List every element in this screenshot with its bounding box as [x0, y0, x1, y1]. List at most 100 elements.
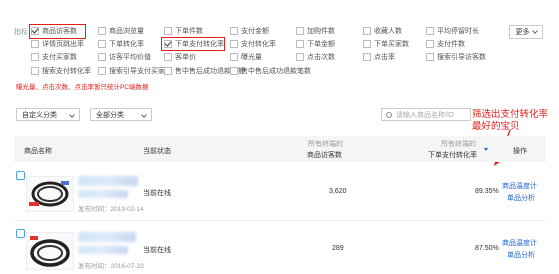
metric-option-label: 支付件数 — [437, 41, 465, 48]
metric-option[interactable]: 加购件数 — [296, 26, 335, 36]
header-rate-sub: 所有终端的 — [441, 141, 476, 148]
table-row: 发布时间：2019-02-14 当前在线 3,620 89.35% 商品温度计 … — [14, 164, 546, 221]
header-rate[interactable]: 下单支付转化率 — [428, 150, 477, 160]
metric-option[interactable]: 平均停留时长 — [426, 26, 479, 36]
checkbox[interactable] — [98, 40, 106, 48]
metric-option[interactable]: 下单金额 — [296, 39, 335, 49]
metric-note: 曝光量、点击次数、点击率暂只统计PC端数据 — [16, 84, 149, 91]
search-input[interactable]: 请输入商品名称/ID — [381, 108, 471, 121]
product-title-blurred — [78, 190, 128, 198]
metric-option[interactable]: 支付金额 — [230, 26, 269, 36]
row-rate: 87.50% — [475, 245, 499, 252]
checkbox[interactable] — [31, 53, 39, 61]
metric-option[interactable]: 访客平均价值 — [98, 52, 151, 62]
custom-category-select[interactable]: 自定义分类 — [16, 108, 80, 121]
checkbox[interactable] — [164, 27, 172, 35]
product-image[interactable] — [26, 176, 74, 212]
header-ops: 操作 — [513, 148, 527, 155]
metric-option-label: 点击次数 — [307, 54, 335, 61]
checkbox[interactable] — [98, 67, 106, 75]
checkbox[interactable] — [426, 27, 434, 35]
all-category-select[interactable]: 全部分类 — [90, 108, 152, 121]
row-status: 当前在线 — [143, 190, 171, 197]
metric-option[interactable]: 点击率 — [363, 52, 395, 62]
metric-option-label: 下单件数 — [175, 28, 203, 35]
metric-option-label: 商品浏览量 — [109, 28, 144, 35]
checkbox[interactable] — [31, 40, 39, 48]
single-analysis-link[interactable]: 单品分析 — [507, 250, 535, 260]
metric-option[interactable]: 支付买家数 — [31, 52, 77, 62]
header-visitors-sub: 所有终端的 — [308, 141, 343, 148]
publish-time: 发布时间：2019-02-14 — [78, 206, 144, 213]
checkbox[interactable] — [164, 67, 172, 75]
publish-time: 发布时间：2016-07-23 — [78, 263, 144, 270]
checkbox[interactable] — [230, 67, 238, 75]
metric-option[interactable]: 商品浏览量 — [98, 26, 144, 36]
highlight-order-pay-rate — [161, 37, 225, 51]
checkbox[interactable] — [363, 27, 371, 35]
product-title-blurred — [78, 246, 128, 254]
metric-label: 指标 — [14, 29, 28, 36]
checkbox[interactable] — [230, 53, 238, 61]
metric-option-label: 支付转化率 — [241, 41, 276, 48]
metric-option-label: 访客平均价值 — [109, 54, 151, 61]
row-rate: 89.35% — [475, 188, 499, 195]
header-visitors[interactable]: 商品访客数 — [307, 150, 342, 160]
search-icon — [386, 112, 392, 118]
chevron-down-icon — [141, 112, 147, 118]
metric-option[interactable]: 支付件数 — [426, 39, 465, 49]
metric-option-label: 搜索引导支付买家数 — [109, 68, 172, 75]
product-image[interactable] — [26, 232, 74, 270]
metric-option-label: 点击率 — [374, 54, 395, 61]
product-title-blurred — [78, 232, 136, 242]
checkbox[interactable] — [363, 40, 371, 48]
metric-option[interactable]: 下单件数 — [164, 26, 203, 36]
metric-option-label: 下单转化率 — [109, 41, 144, 48]
single-analysis-link[interactable]: 单品分析 — [507, 193, 535, 203]
product-title-blurred — [78, 176, 138, 186]
checkbox[interactable] — [230, 40, 238, 48]
thermometer-link[interactable]: 商品温度计 — [502, 181, 537, 191]
header-product: 商品名称 — [24, 148, 52, 155]
metric-option[interactable]: 下单买家数 — [363, 39, 409, 49]
row-visitors: 289 — [332, 245, 344, 252]
metric-option[interactable]: 点击次数 — [296, 52, 335, 62]
metric-option[interactable]: 搜索引导访客数 — [426, 52, 486, 62]
metric-option[interactable]: 详情页跳出率 — [31, 39, 84, 49]
metric-option-label: 搜索引导访客数 — [437, 54, 486, 61]
header-status: 当前状态 — [143, 148, 171, 155]
select-checkbox[interactable] — [16, 229, 25, 238]
checkbox[interactable] — [296, 40, 304, 48]
checkbox[interactable] — [230, 27, 238, 35]
checkbox[interactable] — [31, 67, 39, 75]
metric-option-label: 收藏人数 — [374, 28, 402, 35]
metric-option-label: 加购件数 — [307, 28, 335, 35]
checkbox[interactable] — [296, 53, 304, 61]
sort-icon[interactable] — [484, 148, 488, 151]
metric-option[interactable]: 售中售后成功退款笔数 — [230, 66, 311, 76]
metric-option-label: 客单价 — [175, 54, 196, 61]
metric-option[interactable]: 客单价 — [164, 52, 196, 62]
thermometer-link[interactable]: 商品温度计 — [502, 238, 537, 248]
checkbox[interactable] — [426, 40, 434, 48]
checkbox[interactable] — [98, 53, 106, 61]
chevron-down-icon — [69, 112, 75, 118]
metric-option[interactable]: 收藏人数 — [363, 26, 402, 36]
checkbox[interactable] — [426, 53, 434, 61]
cable-coil-image — [30, 236, 70, 267]
checkbox[interactable] — [164, 53, 172, 61]
select-checkbox[interactable] — [16, 171, 25, 180]
highlight-visitors — [29, 24, 86, 39]
chevron-down-icon — [531, 28, 538, 34]
checkbox[interactable] — [98, 27, 106, 35]
checkbox[interactable] — [296, 27, 304, 35]
more-button[interactable]: 更多 — [509, 25, 543, 39]
metric-option[interactable]: 曝光量 — [230, 52, 262, 62]
metric-option[interactable]: 支付转化率 — [230, 39, 276, 49]
metric-option-label: 支付买家数 — [42, 54, 77, 61]
metric-option[interactable]: 搜索引导支付买家数 — [98, 66, 172, 76]
row-status: 当前在线 — [143, 247, 171, 254]
checkbox[interactable] — [363, 53, 371, 61]
metric-option[interactable]: 搜索支付转化率 — [31, 66, 91, 76]
metric-option[interactable]: 下单转化率 — [98, 39, 144, 49]
